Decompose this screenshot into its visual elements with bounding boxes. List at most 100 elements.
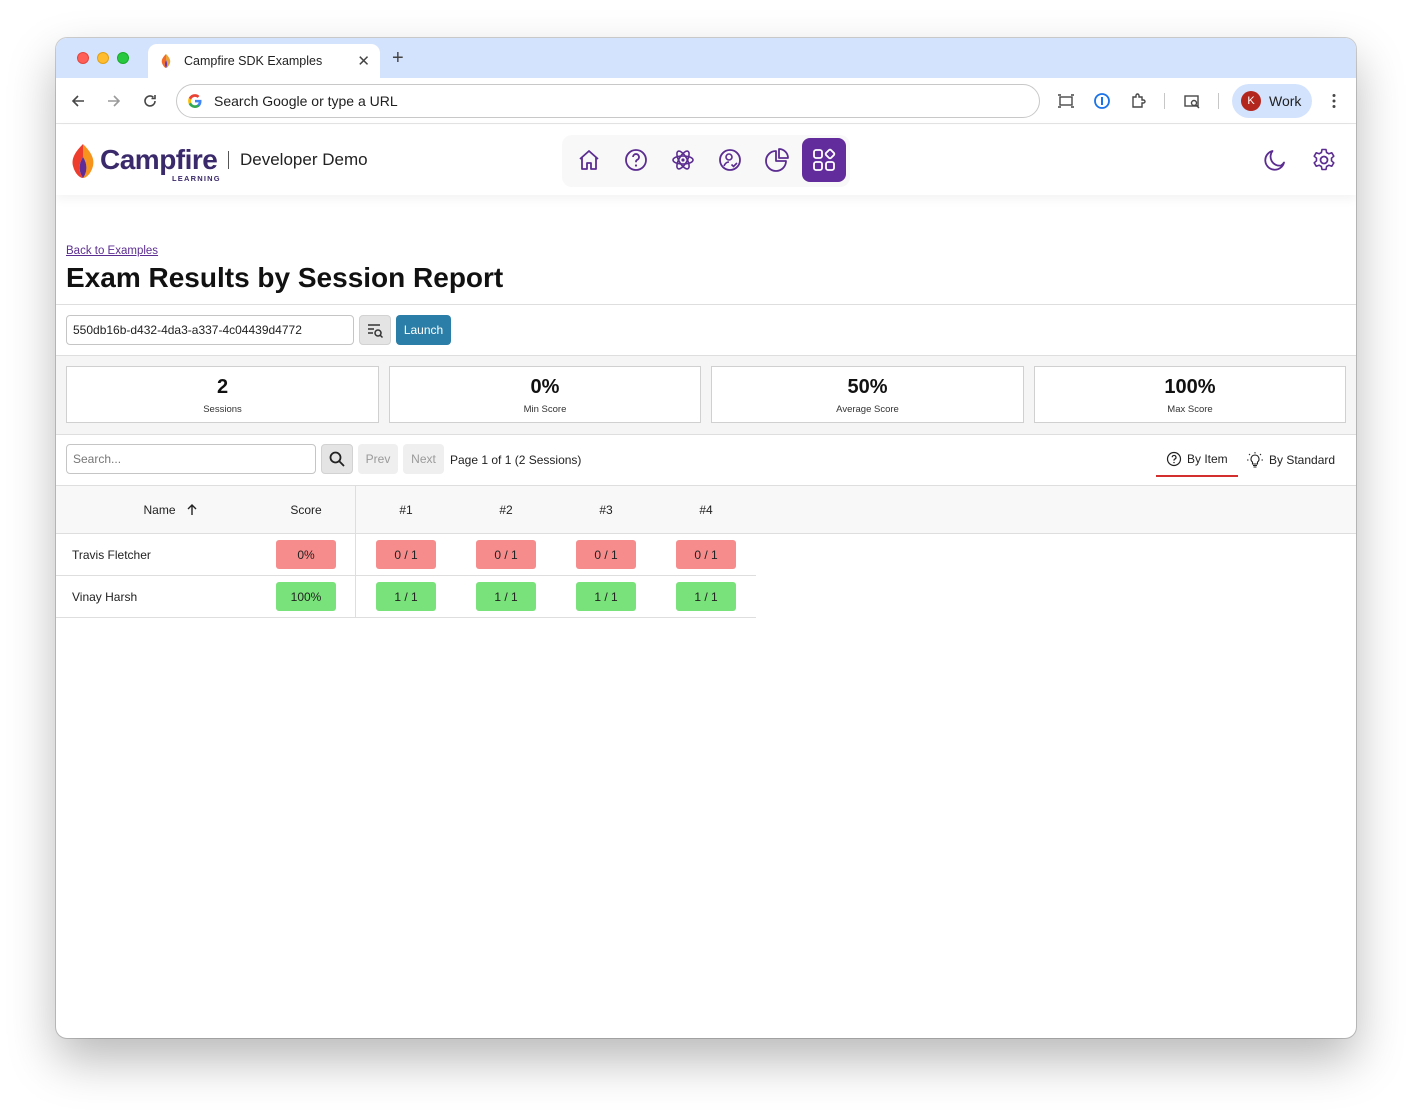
nav-examples-button[interactable] (802, 138, 846, 182)
address-bar-text: Search Google or type a URL (214, 93, 398, 109)
browser-window: Campfire SDK Examples ✕ + Search Google … (56, 38, 1356, 1038)
reload-icon[interactable] (140, 91, 160, 111)
table-header: Name Score #1 #2 #3 #4 (56, 485, 1356, 534)
column-header-item-3[interactable]: #3 (576, 503, 636, 517)
table-row[interactable]: Travis Fletcher 0% 0 / 1 0 / 1 0 / 1 0 /… (56, 534, 756, 576)
nav-users-button[interactable] (708, 138, 752, 182)
nav-science-button[interactable] (661, 138, 705, 182)
pie-chart-icon (765, 148, 789, 172)
home-icon (579, 150, 599, 170)
page-title: Exam Results by Session Report (66, 262, 504, 293)
search-icon (329, 451, 345, 467)
question-icon (625, 149, 647, 171)
brand-divider (228, 151, 229, 169)
nav-home-button[interactable] (567, 138, 611, 182)
profile-label: Work (1269, 93, 1302, 109)
stat-label: Average Score (836, 404, 899, 415)
stat-label: Min Score (523, 404, 567, 415)
list-search-icon (368, 324, 384, 339)
app-navigation (562, 135, 850, 187)
gear-icon[interactable] (1311, 147, 1337, 173)
stat-label: Sessions (203, 404, 242, 415)
next-page-button[interactable]: Next (403, 444, 444, 474)
stat-value: 100% (1164, 376, 1216, 398)
item-result[interactable]: 1 / 1 (476, 582, 536, 611)
item-result[interactable]: 1 / 1 (676, 582, 736, 611)
nav-reports-button[interactable] (755, 138, 799, 182)
tab-label: By Standard (1269, 453, 1336, 467)
brand-name: Campfire (100, 144, 218, 175)
column-header-item-4[interactable]: #4 (676, 503, 736, 517)
page-info: Page 1 of 1 (2 Sessions) (450, 453, 582, 467)
new-tab-icon[interactable]: + (392, 47, 404, 70)
stats-band: 2 Sessions 0% Min Score 50% Average Scor… (56, 356, 1356, 434)
toolbar-divider (1164, 93, 1165, 109)
back-arrow-icon[interactable] (68, 91, 88, 111)
more-menu-icon[interactable] (1324, 91, 1344, 111)
search-input[interactable] (66, 444, 316, 474)
tab-by-item[interactable]: By Item (1156, 443, 1238, 477)
forward-arrow-icon[interactable] (104, 91, 124, 111)
atom-icon (672, 150, 694, 170)
minimize-window-button[interactable] (97, 52, 109, 64)
stat-value: 2 (216, 376, 229, 398)
item-result[interactable]: 0 / 1 (476, 540, 536, 569)
extensions-icon[interactable] (1128, 91, 1148, 111)
filter-bar: Prev Next Page 1 of 1 (2 Sessions) By It… (56, 435, 1356, 485)
tab-by-standard[interactable]: By Standard (1246, 443, 1346, 477)
score-badge: 0% (276, 540, 336, 569)
brand-subtitle: LEARNING (172, 174, 221, 183)
session-lookup-button[interactable] (359, 315, 391, 345)
item-result[interactable]: 1 / 1 (376, 582, 436, 611)
profile-button[interactable]: K Work (1232, 84, 1312, 118)
screen-capture-icon[interactable] (1056, 91, 1076, 111)
score-badge: 100% (276, 582, 336, 611)
back-to-examples-link[interactable]: Back to Examples (66, 245, 158, 257)
close-tab-icon[interactable]: ✕ (357, 52, 370, 70)
avatar: K (1241, 91, 1261, 111)
campfire-logo-icon (72, 144, 94, 178)
prev-page-button[interactable]: Prev (358, 444, 398, 474)
student-name: Travis Fletcher (72, 548, 151, 562)
column-header-item-1[interactable]: #1 (376, 503, 436, 517)
stat-label: Max Score (1167, 404, 1213, 415)
maximize-window-button[interactable] (117, 52, 129, 64)
close-window-button[interactable] (77, 52, 89, 64)
table-row[interactable]: Vinay Harsh 100% 1 / 1 1 / 1 1 / 1 1 / 1 (56, 576, 756, 618)
stat-card-average-score: 50% Average Score (711, 366, 1024, 423)
search-button[interactable] (321, 444, 353, 474)
browser-toolbar: Search Google or type a URL K Work (56, 78, 1356, 124)
toolbar-divider (1218, 93, 1219, 109)
tab-label: By Item (1187, 452, 1228, 466)
sort-ascending-icon (187, 504, 196, 515)
tab-search-icon[interactable] (1182, 91, 1202, 111)
student-name: Vinay Harsh (72, 590, 138, 604)
item-result[interactable]: 0 / 1 (676, 540, 736, 569)
user-check-icon (719, 149, 741, 171)
column-label: Name (143, 503, 176, 517)
browser-tab[interactable]: Campfire SDK Examples ✕ (148, 44, 380, 78)
column-header-score[interactable]: Score (276, 503, 336, 517)
column-header-name[interactable]: Name (116, 503, 226, 517)
launch-button[interactable]: Launch (396, 315, 451, 345)
password-manager-icon[interactable] (1092, 91, 1112, 111)
nav-questions-button[interactable] (614, 138, 658, 182)
tab-strip: Campfire SDK Examples ✕ + (56, 38, 1356, 78)
session-id-input[interactable] (66, 315, 354, 345)
address-bar[interactable]: Search Google or type a URL (176, 84, 1040, 118)
google-icon (188, 94, 202, 108)
tab-title: Campfire SDK Examples (184, 54, 323, 68)
app-header: Campfire LEARNING Developer Demo (56, 125, 1356, 195)
stat-value: 0% (530, 376, 560, 398)
item-result[interactable]: 0 / 1 (576, 540, 636, 569)
divider (56, 304, 1356, 305)
stat-value: 50% (847, 376, 888, 398)
campfire-favicon-icon (161, 54, 171, 68)
stat-card-min-score: 0% Min Score (389, 366, 701, 423)
moon-icon[interactable] (1262, 147, 1288, 173)
item-result[interactable]: 0 / 1 (376, 540, 436, 569)
column-header-item-2[interactable]: #2 (476, 503, 536, 517)
item-result[interactable]: 1 / 1 (576, 582, 636, 611)
app-subtitle: Developer Demo (240, 150, 368, 169)
grid-icon (813, 148, 836, 171)
